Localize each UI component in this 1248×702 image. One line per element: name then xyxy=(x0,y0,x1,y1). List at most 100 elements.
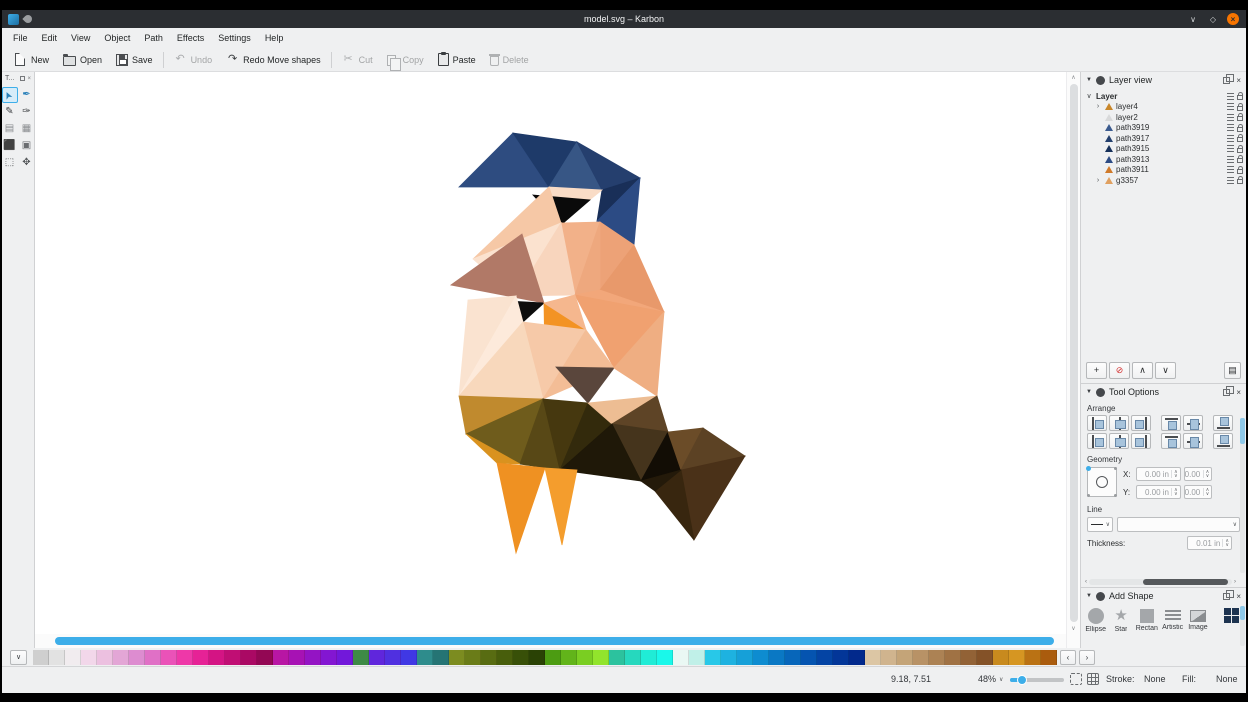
distribute-left-button[interactable] xyxy=(1087,433,1107,449)
lock-icon[interactable] xyxy=(1237,95,1243,100)
color-swatch-20[interactable] xyxy=(353,650,369,665)
canvas-vscrollbar[interactable]: ∧ ∨ xyxy=(1066,72,1080,648)
swatch-tool[interactable]: ▣ xyxy=(19,138,35,154)
ellipse-shape[interactable]: Ellipse xyxy=(1085,608,1106,633)
align-right-button[interactable] xyxy=(1131,415,1151,431)
menu-object[interactable]: Object xyxy=(97,30,137,46)
layer-row-path3917[interactable]: path3917 xyxy=(1081,133,1246,144)
line-style-combo[interactable]: ∨ xyxy=(1087,517,1113,532)
color-swatch-4[interactable] xyxy=(97,650,113,665)
color-swatch-32[interactable] xyxy=(545,650,561,665)
color-swatch-27[interactable] xyxy=(465,650,481,665)
layer-row-layer4[interactable]: ›layer4 xyxy=(1081,102,1246,113)
palette-prev-button[interactable]: ‹ xyxy=(1060,650,1076,665)
x-position-field[interactable]: 0.00 in ∧∨ xyxy=(1136,467,1181,481)
view-mode-button[interactable]: ▤ xyxy=(1224,362,1241,379)
color-swatch-52[interactable] xyxy=(865,650,881,665)
layer-row-layer[interactable]: ∨Layer xyxy=(1081,91,1246,102)
color-swatch-44[interactable] xyxy=(737,650,753,665)
paste-button[interactable]: Paste xyxy=(431,50,483,69)
scroll-right-icon[interactable]: › xyxy=(1234,579,1236,585)
color-swatch-28[interactable] xyxy=(481,650,497,665)
color-swatch-46[interactable] xyxy=(769,650,785,665)
pencil-tool[interactable]: ✎ xyxy=(2,104,18,120)
color-swatch-38[interactable] xyxy=(641,650,657,665)
align-top-button[interactable] xyxy=(1161,415,1181,431)
zoom-slider-thumb[interactable] xyxy=(1017,675,1027,685)
height-spin-arrows-icon[interactable]: ∧∨ xyxy=(1203,488,1212,496)
hscroll-track[interactable] xyxy=(1089,579,1232,585)
layer-properties-icon[interactable] xyxy=(1227,114,1234,121)
shape-collection-shape[interactable] xyxy=(1221,608,1242,625)
distribute-top-button[interactable] xyxy=(1161,433,1181,449)
hscroll-thumb[interactable] xyxy=(55,637,1054,645)
new-document-button[interactable]: New xyxy=(6,50,56,69)
expander-down-icon[interactable]: ∨ xyxy=(1085,92,1093,100)
vscroll-thumb[interactable] xyxy=(1240,418,1245,444)
color-swatch-0[interactable] xyxy=(33,650,49,665)
color-swatch-40[interactable] xyxy=(673,650,689,665)
color-swatch-6[interactable] xyxy=(129,650,145,665)
rectangle-shape[interactable]: Rectan xyxy=(1136,608,1158,632)
minimize-button[interactable]: ∨ xyxy=(1187,13,1199,25)
anchor-dot-topleft[interactable] xyxy=(1086,466,1091,471)
scroll-down-icon[interactable]: ∨ xyxy=(1067,625,1080,632)
menu-effects[interactable]: Effects xyxy=(170,30,211,46)
anchor-dot-topright[interactable] xyxy=(1114,467,1117,470)
raise-layer-button[interactable]: ∧ xyxy=(1132,362,1153,379)
color-swatch-2[interactable] xyxy=(65,650,81,665)
close-panel-icon[interactable]: × xyxy=(1236,592,1241,601)
layer-properties-icon[interactable] xyxy=(1227,124,1234,131)
color-swatch-26[interactable] xyxy=(449,650,465,665)
color-swatch-41[interactable] xyxy=(689,650,705,665)
color-swatch-61[interactable] xyxy=(1009,650,1025,665)
artwork-svg[interactable] xyxy=(35,72,1066,634)
color-swatch-45[interactable] xyxy=(753,650,769,665)
color-swatch-13[interactable] xyxy=(241,650,257,665)
color-swatch-25[interactable] xyxy=(433,650,449,665)
add-shape-vscrollbar[interactable] xyxy=(1240,606,1245,646)
hscroll-thumb[interactable] xyxy=(1143,579,1227,585)
open-folder-button[interactable]: Open xyxy=(56,51,109,69)
color-swatch-58[interactable] xyxy=(961,650,977,665)
color-swatch-29[interactable] xyxy=(497,650,513,665)
artwork-polygon-45[interactable] xyxy=(545,468,577,545)
color-swatch-54[interactable] xyxy=(897,650,913,665)
color-swatch-16[interactable] xyxy=(289,650,305,665)
color-swatch-49[interactable] xyxy=(817,650,833,665)
layer-row-g3357[interactable]: ›g3357 xyxy=(1081,175,1246,186)
layer-properties-icon[interactable] xyxy=(1227,177,1234,184)
layer-row-path3911[interactable]: path3911 xyxy=(1081,165,1246,176)
color-swatch-17[interactable] xyxy=(305,650,321,665)
layer-properties-icon[interactable] xyxy=(1227,103,1234,110)
color-swatch-9[interactable] xyxy=(177,650,193,665)
color-swatch-63[interactable] xyxy=(1041,650,1057,665)
lock-icon[interactable] xyxy=(1237,127,1243,132)
tool-options-vscrollbar[interactable] xyxy=(1240,418,1245,573)
menu-settings[interactable]: Settings xyxy=(211,30,258,46)
thickness-spin-arrows-icon[interactable]: ∧∨ xyxy=(1222,539,1231,547)
distribute-hcenter-button[interactable] xyxy=(1109,433,1129,449)
menu-view[interactable]: View xyxy=(64,30,97,46)
y-spin-arrows-icon[interactable]: ∧∨ xyxy=(1171,488,1180,496)
thickness-field[interactable]: 0.01 in ∧∨ xyxy=(1187,536,1232,550)
menu-path[interactable]: Path xyxy=(137,30,170,46)
width-field[interactable]: 0.00 in ∧∨ xyxy=(1184,467,1213,481)
color-swatch-22[interactable] xyxy=(385,650,401,665)
color-swatch-50[interactable] xyxy=(833,650,849,665)
lock-icon[interactable] xyxy=(1237,148,1243,153)
color-swatch-15[interactable] xyxy=(273,650,289,665)
float-panel-icon[interactable] xyxy=(1223,389,1230,396)
pan-tool[interactable]: ✥ xyxy=(19,155,35,171)
lock-icon[interactable] xyxy=(1237,179,1243,184)
color-swatch-24[interactable] xyxy=(417,650,433,665)
palette-collapse-button[interactable]: ∨ xyxy=(10,650,27,665)
align-hcenter-button[interactable] xyxy=(1109,415,1129,431)
color-swatch-43[interactable] xyxy=(721,650,737,665)
canvas[interactable] xyxy=(35,72,1066,648)
menu-file[interactable]: File xyxy=(6,30,35,46)
align-left-button[interactable] xyxy=(1087,415,1107,431)
line-dash-combo[interactable]: ∨ xyxy=(1117,517,1240,532)
layer-properties-icon[interactable] xyxy=(1227,166,1234,173)
width-spin-arrows-icon[interactable]: ∧∨ xyxy=(1203,470,1212,478)
